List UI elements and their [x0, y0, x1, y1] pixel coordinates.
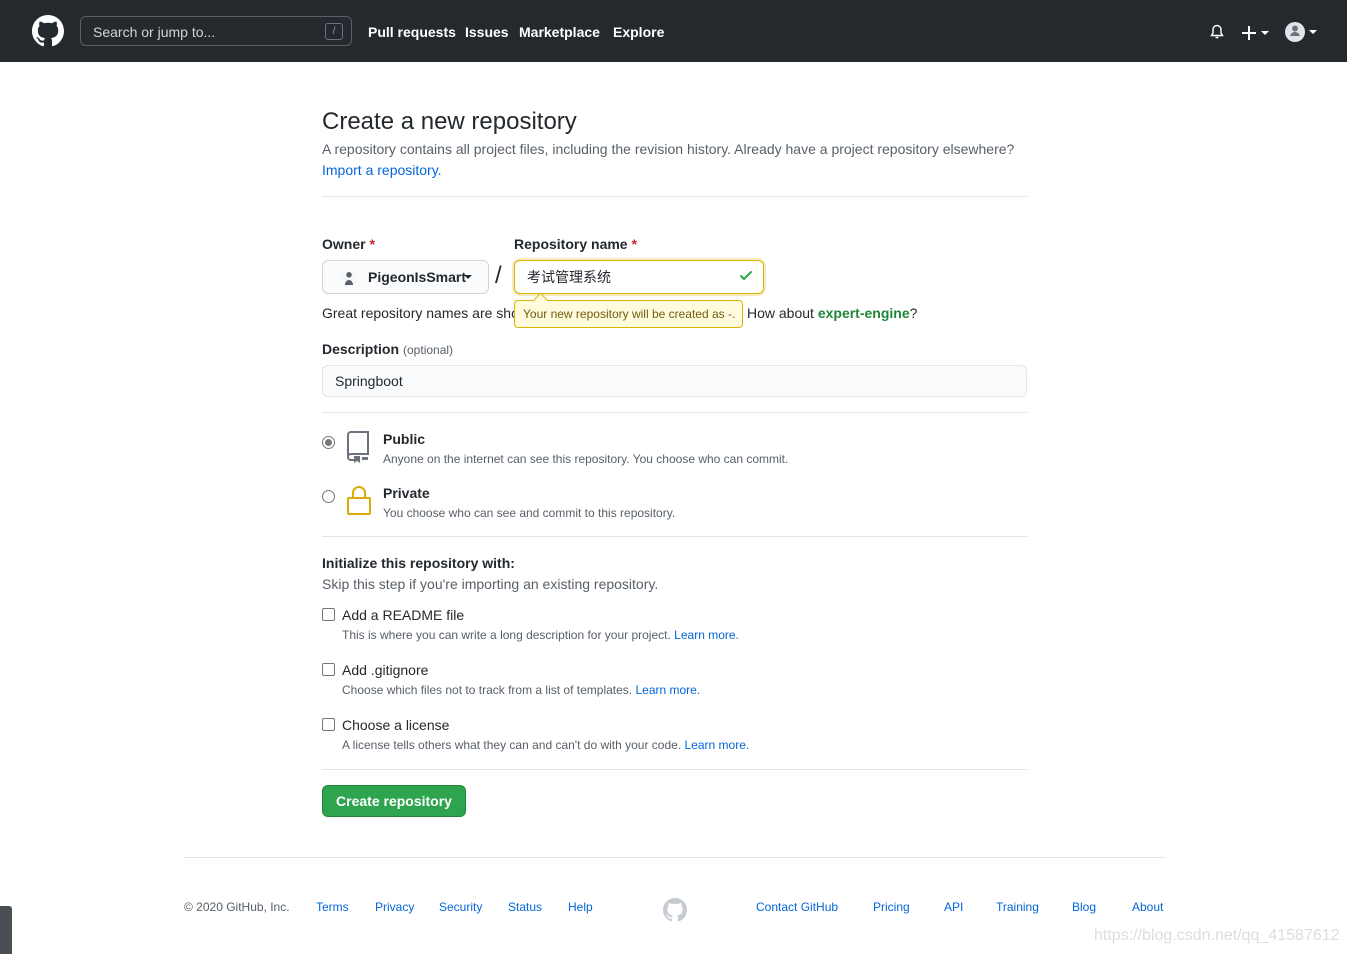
owner-dropdown[interactable]: PigeonIsSmart [322, 260, 489, 294]
footer-link-about[interactable]: About [1132, 900, 1163, 914]
watermark-text: https://blog.csdn.net/qq_41587612 [1094, 927, 1340, 944]
repo-icon [346, 431, 369, 463]
public-note: Anyone on the internet can see this repo… [383, 452, 789, 466]
footer-link-blog[interactable]: Blog [1072, 900, 1096, 914]
footer-link-pricing[interactable]: Pricing [873, 900, 910, 914]
public-title: Public [383, 431, 426, 447]
divider [322, 769, 1027, 770]
top-navigation-bar: Search or jump to... / Pull requests Iss… [0, 0, 1347, 62]
github-logo-icon[interactable] [32, 15, 64, 47]
suggested-name-link[interactable]: expert-engine [818, 305, 910, 321]
footer-link-api[interactable]: API [944, 900, 963, 914]
nav-issues[interactable]: Issues [465, 24, 509, 40]
footer-link-status[interactable]: Status [508, 900, 542, 914]
public-radio[interactable] [322, 436, 335, 449]
private-radio[interactable] [322, 490, 335, 503]
owner-name: PigeonIsSmart [368, 269, 467, 285]
check-icon [740, 271, 752, 280]
footer-link-help[interactable]: Help [568, 900, 593, 914]
search-shortcut-key: / [325, 23, 343, 40]
footer-link-training[interactable]: Training [996, 900, 1039, 914]
nav-marketplace[interactable]: Marketplace [519, 24, 600, 40]
initialize-title: Initialize this repository with: [322, 555, 515, 571]
private-note: You choose who can see and commit to thi… [383, 506, 676, 520]
search-placeholder: Search or jump to... [93, 24, 216, 40]
divider [322, 536, 1027, 537]
gitignore-checkbox[interactable] [322, 663, 335, 676]
repository-name-input[interactable]: 考试管理系统 [514, 260, 764, 294]
repository-name-tooltip: Your new repository will be created as -… [514, 300, 743, 328]
license-title: Choose a license [342, 717, 450, 733]
gitignore-title: Add .gitignore [342, 662, 429, 678]
name-suggestion: How about expert-engine? [747, 305, 918, 321]
gitignore-note: Choose which files not to track from a l… [342, 683, 701, 697]
footer-copyright: © 2020 GitHub, Inc. [184, 900, 290, 914]
nav-pull-requests[interactable]: Pull requests [368, 24, 456, 40]
footer-link-security[interactable]: Security [439, 900, 482, 914]
footer-divider [184, 857, 1165, 858]
license-learn-more-link[interactable]: Learn more. [685, 738, 750, 752]
chevron-down-icon [464, 275, 472, 279]
bell-icon[interactable] [1209, 24, 1225, 40]
owner-separator: / [495, 262, 502, 289]
plus-icon[interactable] [1242, 25, 1270, 41]
readme-learn-more-link[interactable]: Learn more. [674, 628, 739, 642]
footer-link-contact[interactable]: Contact GitHub [756, 900, 838, 914]
owner-avatar [341, 270, 357, 286]
search-input[interactable]: Search or jump to... / [80, 16, 352, 46]
github-footer-logo-icon[interactable] [663, 898, 687, 922]
private-title: Private [383, 485, 430, 501]
page-title: Create a new repository [322, 108, 577, 135]
repository-name-label: Repository name * [514, 236, 638, 252]
repository-name-hint: Great repository names are short and mem… [322, 305, 514, 321]
footer-link-privacy[interactable]: Privacy [375, 900, 414, 914]
create-repository-button[interactable]: Create repository [322, 785, 466, 817]
footer-link-terms[interactable]: Terms [316, 900, 349, 914]
license-note: A license tells others what they can and… [342, 738, 750, 752]
readme-title: Add a README file [342, 607, 465, 623]
divider [322, 196, 1027, 197]
nav-explore[interactable]: Explore [613, 24, 664, 40]
lock-icon [347, 486, 371, 515]
gitignore-learn-more-link[interactable]: Learn more. [635, 683, 700, 697]
import-repository-link[interactable]: Import a repository. [322, 162, 442, 178]
description-label: Description (optional) [322, 341, 454, 357]
owner-label: Owner * [322, 236, 376, 252]
divider [322, 412, 1027, 413]
readme-checkbox[interactable] [322, 608, 335, 621]
window-edge-widget [0, 906, 12, 954]
initialize-note: Skip this step if you're importing an ex… [322, 576, 659, 592]
page-lead: A repository contains all project files,… [322, 141, 1015, 157]
readme-note: This is where you can write a long descr… [342, 628, 739, 642]
description-input[interactable]: Springboot [322, 365, 1027, 397]
license-checkbox[interactable] [322, 718, 335, 731]
avatar[interactable] [1284, 21, 1318, 43]
